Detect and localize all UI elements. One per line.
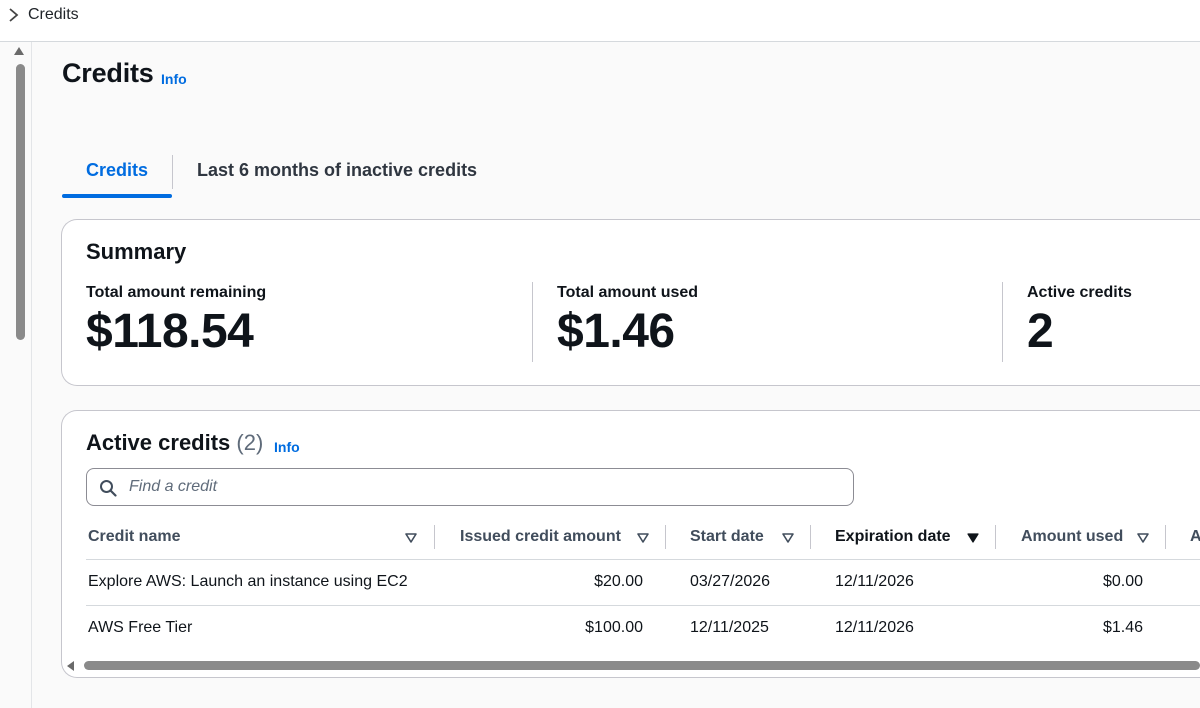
search-icon	[100, 480, 117, 497]
sort-down-icon[interactable]	[1137, 533, 1149, 543]
cell-expiration-date: 12/11/2026	[835, 619, 914, 636]
metric-label-total-remaining: Total amount remaining	[86, 284, 267, 301]
metric-value-total-remaining: $118.54	[86, 305, 254, 358]
sort-down-icon[interactable]	[782, 533, 794, 543]
page-info-link[interactable]: Info	[161, 71, 187, 87]
search-box[interactable]	[86, 468, 854, 506]
cell-credit-name: AWS Free Tier	[88, 619, 193, 636]
breadcrumb-bar: Credits	[0, 0, 1200, 42]
cell-credit-name: Explore AWS: Launch an instance using EC…	[88, 573, 408, 590]
active-credits-count: (2)	[236, 430, 264, 455]
chevron-right-icon[interactable]	[6, 6, 22, 24]
column-divider[interactable]	[1165, 525, 1166, 549]
metric-value-total-used: $1.46	[557, 305, 675, 358]
metric-divider	[1002, 282, 1003, 362]
column-divider[interactable]	[810, 525, 811, 549]
column-divider[interactable]	[434, 525, 435, 549]
column-header-issued-amount[interactable]: Issued credit amount	[460, 528, 621, 546]
column-divider[interactable]	[665, 525, 666, 549]
scroll-up-arrow-icon[interactable]	[14, 47, 24, 55]
column-header-amount-used[interactable]: Amount used	[1021, 528, 1123, 546]
horizontal-scrollbar-thumb[interactable]	[84, 661, 1200, 670]
cell-expiration-date: 12/11/2026	[835, 573, 914, 590]
column-header-credit-name[interactable]: Credit name	[88, 528, 180, 546]
sorted-descending-icon[interactable]	[967, 533, 979, 543]
metric-label-total-used: Total amount used	[557, 284, 699, 301]
column-divider[interactable]	[995, 525, 996, 549]
sort-down-icon[interactable]	[637, 533, 649, 543]
cell-start-date: 12/11/2025	[690, 619, 769, 636]
active-credits-info-link[interactable]: Info	[274, 439, 300, 455]
horizontal-scrollbar[interactable]	[62, 658, 1200, 674]
metric-value-active-credits: 2	[1027, 305, 1054, 358]
cell-amount-used: $0.00	[1102, 573, 1143, 590]
column-header-start-date[interactable]: Start date	[690, 528, 764, 546]
summary-title: Summary	[86, 239, 187, 264]
row-divider	[86, 605, 1200, 606]
tab-divider	[172, 155, 173, 189]
search-input[interactable]	[129, 475, 829, 499]
scrollbar-thumb[interactable]	[16, 64, 25, 340]
cell-amount-used: $1.46	[1102, 619, 1143, 636]
row-divider	[86, 559, 1200, 560]
vertical-scrollbar[interactable]	[0, 42, 32, 708]
breadcrumb[interactable]: Credits	[28, 6, 79, 24]
cell-start-date: 03/27/2026	[690, 573, 771, 590]
cell-issued-amount: $100.00	[585, 619, 643, 636]
metric-divider	[532, 282, 533, 362]
tab-inactive-credits[interactable]: Last 6 months of inactive credits	[197, 160, 477, 181]
summary-card	[61, 219, 1200, 386]
cell-issued-amount: $20.00	[594, 573, 643, 590]
sort-down-icon[interactable]	[405, 533, 417, 543]
page-title: Credits	[62, 58, 154, 88]
active-credits-heading: Active credits	[86, 430, 231, 455]
column-header-expiration-date[interactable]: Expiration date	[835, 528, 951, 546]
active-tab-indicator	[62, 194, 172, 198]
scroll-left-arrow-icon[interactable]	[67, 661, 74, 671]
active-credits-title: Active credits (2)	[86, 430, 263, 456]
tab-credits[interactable]: Credits	[62, 160, 172, 181]
metric-label-active-credits: Active credits	[1027, 284, 1132, 301]
column-header-truncated[interactable]: A	[1190, 528, 1200, 546]
